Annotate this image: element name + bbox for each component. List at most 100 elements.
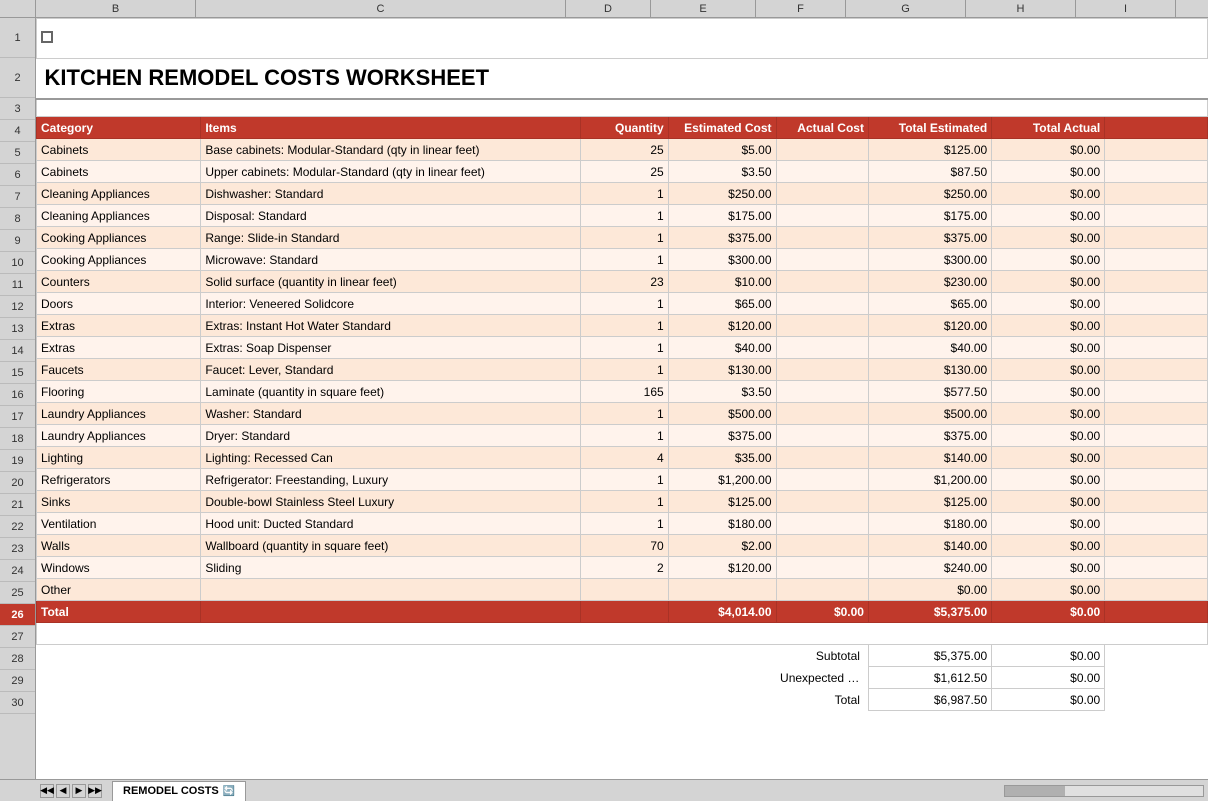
table-row: Extras Extras: Instant Hot Water Standar… <box>37 315 1208 337</box>
row-num-25[interactable]: 25 <box>0 582 35 604</box>
unexpected-est: $1,612.50 <box>868 667 991 689</box>
col-header-h[interactable]: H <box>966 0 1076 17</box>
tab-navigation: ◀◀ ◀ ▶ ▶▶ <box>40 784 102 798</box>
row-num-1[interactable]: 1 <box>0 18 35 58</box>
table-area: KITCHEN REMODEL COSTS WORKSHEET Category… <box>36 18 1208 779</box>
total-actual: $0.00 <box>776 601 868 623</box>
row-num-20[interactable]: 20 <box>0 472 35 494</box>
column-header-row: B C D E F G H I <box>0 0 1208 18</box>
main-table: KITCHEN REMODEL COSTS WORKSHEET Category… <box>36 18 1208 711</box>
row-num-8[interactable]: 8 <box>0 208 35 230</box>
col-header-e[interactable]: E <box>651 0 756 17</box>
table-row: Flooring Laminate (quantity in square fe… <box>37 381 1208 403</box>
table-row: Cabinets Upper cabinets: Modular-Standar… <box>37 161 1208 183</box>
total-row: Total $4,014.00 $0.00 $5,375.00 $0.00 <box>37 601 1208 623</box>
table-row: Ventilation Hood unit: Ducted Standard 1… <box>37 513 1208 535</box>
spreadsheet-container: B C D E F G H I 1 2 3 4 5 6 7 8 9 10 11 … <box>0 0 1208 801</box>
col-header-i[interactable]: I <box>1076 0 1176 17</box>
table-row: Cleaning Appliances Dishwasher: Standard… <box>37 183 1208 205</box>
sheet-tab-icon: 🔄 <box>223 786 235 797</box>
tab-nav-last[interactable]: ▶▶ <box>88 784 102 798</box>
row-num-30[interactable]: 30 <box>0 692 35 714</box>
grand-total-label: Total <box>776 689 868 711</box>
row-num-6[interactable]: 6 <box>0 164 35 186</box>
row-num-19[interactable]: 19 <box>0 450 35 472</box>
col-header-c[interactable]: C <box>196 0 566 17</box>
row-num-27[interactable]: 27 <box>0 626 35 648</box>
subtotal-label: Subtotal <box>776 645 868 667</box>
row-num-12[interactable]: 12 <box>0 296 35 318</box>
table-row: Windows Sliding 2 $120.00 $240.00 $0.00 <box>37 557 1208 579</box>
table-row: Cleaning Appliances Disposal: Standard 1… <box>37 205 1208 227</box>
table-row: Lighting Lighting: Recessed Can 4 $35.00… <box>37 447 1208 469</box>
subtotal-act: $0.00 <box>992 645 1105 667</box>
row-numbers: 1 2 3 4 5 6 7 8 9 10 11 12 13 14 15 16 1… <box>0 18 36 779</box>
corner-cell <box>0 0 36 17</box>
grand-total-est: $6,987.50 <box>868 689 991 711</box>
row-num-17[interactable]: 17 <box>0 406 35 428</box>
total-total-act: $0.00 <box>992 601 1105 623</box>
grand-total-act: $0.00 <box>992 689 1105 711</box>
row-num-7[interactable]: 7 <box>0 186 35 208</box>
header-actual: Actual Cost <box>776 117 868 139</box>
scrollbar-thumb[interactable] <box>1005 786 1065 796</box>
table-row: Cooking Appliances Range: Slide-in Stand… <box>37 227 1208 249</box>
row-27 <box>37 623 1208 645</box>
tab-nav-first[interactable]: ◀◀ <box>40 784 54 798</box>
row-num-2[interactable]: 2 <box>0 58 35 98</box>
header-total-act: Total Actual <box>992 117 1105 139</box>
horizontal-scrollbar[interactable] <box>1004 785 1204 797</box>
total-total-est: $5,375.00 <box>868 601 991 623</box>
table-row: Cooking Appliances Microwave: Standard 1… <box>37 249 1208 271</box>
table-row: Other $0.00 $0.00 <box>37 579 1208 601</box>
subtotal-row: Subtotal $5,375.00 $0.00 <box>37 645 1208 667</box>
row-num-9[interactable]: 9 <box>0 230 35 252</box>
row-num-26[interactable]: 26 <box>0 604 35 626</box>
header-quantity: Quantity <box>581 117 668 139</box>
row-num-24[interactable]: 24 <box>0 560 35 582</box>
sheet-tab-label: REMODEL COSTS <box>123 785 219 797</box>
row-num-13[interactable]: 13 <box>0 318 35 340</box>
row-num-5[interactable]: 5 <box>0 142 35 164</box>
row-num-10[interactable]: 10 <box>0 252 35 274</box>
row-num-22[interactable]: 22 <box>0 516 35 538</box>
table-row: Walls Wallboard (quantity in square feet… <box>37 535 1208 557</box>
row-num-23[interactable]: 23 <box>0 538 35 560</box>
worksheet-title: KITCHEN REMODEL COSTS WORKSHEET <box>45 65 490 90</box>
header-total-est: Total Estimated <box>868 117 991 139</box>
tab-nav-next[interactable]: ▶ <box>72 784 86 798</box>
tab-bar: ◀◀ ◀ ▶ ▶▶ REMODEL COSTS 🔄 <box>0 779 1208 801</box>
unexpected-row: Unexpected Costs - Add 30% $1,612.50 $0.… <box>37 667 1208 689</box>
col-header-b[interactable]: B <box>36 0 196 17</box>
header-row: Category Items Quantity Estimated Cost A… <box>37 117 1208 139</box>
grand-total-row: Total $6,987.50 $0.00 <box>37 689 1208 711</box>
row-num-15[interactable]: 15 <box>0 362 35 384</box>
total-estimated: $4,014.00 <box>668 601 776 623</box>
horizontal-scrollbar-area <box>248 785 1208 797</box>
row-num-4[interactable]: 4 <box>0 120 35 142</box>
col-header-d[interactable]: D <box>566 0 651 17</box>
table-row: Laundry Appliances Dryer: Standard 1 $37… <box>37 425 1208 447</box>
row-num-18[interactable]: 18 <box>0 428 35 450</box>
table-row: Refrigerators Refrigerator: Freestanding… <box>37 469 1208 491</box>
unexpected-label: Unexpected Costs - Add 30% <box>776 667 868 689</box>
sheet-tab[interactable]: REMODEL COSTS 🔄 <box>112 781 246 801</box>
row-num-21[interactable]: 21 <box>0 494 35 516</box>
tab-nav-prev[interactable]: ◀ <box>56 784 70 798</box>
row-1 <box>37 19 1208 59</box>
row-num-14[interactable]: 14 <box>0 340 35 362</box>
row-num-16[interactable]: 16 <box>0 384 35 406</box>
col-header-g[interactable]: G <box>846 0 966 17</box>
table-row: Sinks Double-bowl Stainless Steel Luxury… <box>37 491 1208 513</box>
header-items: Items <box>201 117 581 139</box>
table-row: Laundry Appliances Washer: Standard 1 $5… <box>37 403 1208 425</box>
header-estimated: Estimated Cost <box>668 117 776 139</box>
col-header-f[interactable]: F <box>756 0 846 17</box>
title-row: KITCHEN REMODEL COSTS WORKSHEET <box>37 59 1208 99</box>
total-label: Total <box>37 601 201 623</box>
row-num-29[interactable]: 29 <box>0 670 35 692</box>
table-row: Doors Interior: Veneered Solidcore 1 $65… <box>37 293 1208 315</box>
row-num-11[interactable]: 11 <box>0 274 35 296</box>
row-num-3[interactable]: 3 <box>0 98 35 120</box>
row-num-28[interactable]: 28 <box>0 648 35 670</box>
